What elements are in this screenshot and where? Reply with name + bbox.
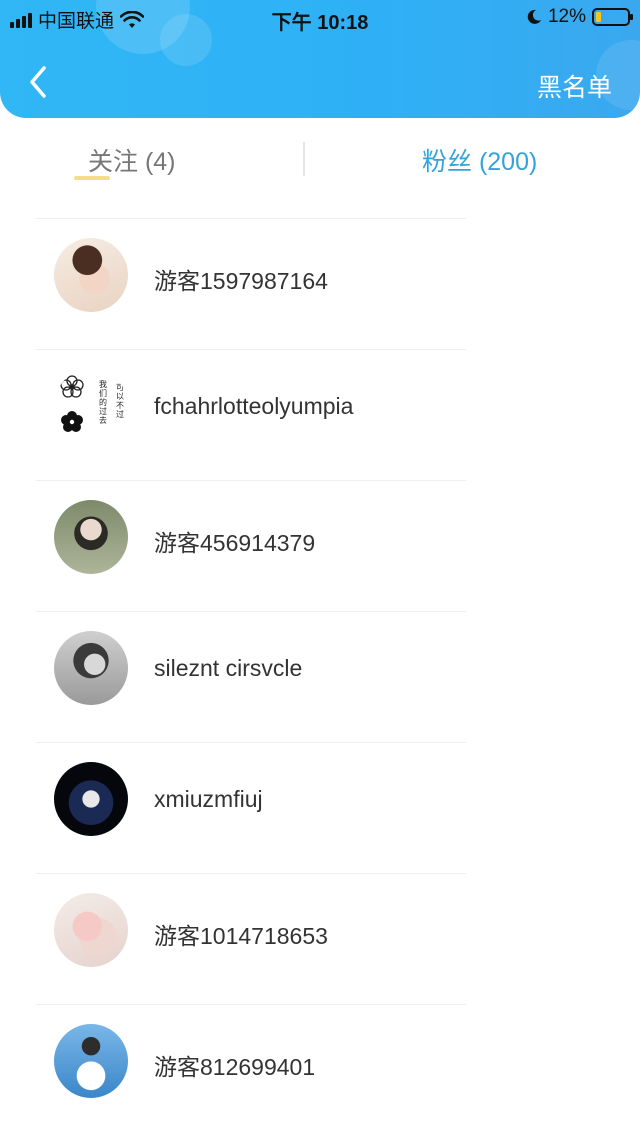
svg-text:过: 过 (116, 409, 124, 419)
divider (36, 742, 466, 743)
user-name: fchahrlotteolyumpia (154, 393, 354, 419)
list-item[interactable]: 游客456914379 (0, 480, 640, 611)
svg-text:不: 不 (116, 401, 124, 410)
tab-follow[interactable]: 关注 (4) (88, 142, 176, 178)
svg-text:以: 以 (116, 392, 124, 401)
svg-text:的: 的 (99, 397, 107, 407)
battery-percent: 12% (547, 6, 586, 27)
svg-text:可: 可 (116, 383, 124, 392)
list-item[interactable]: 游客812699401 (0, 1004, 640, 1135)
avatar (54, 238, 128, 312)
tab-indicator (74, 176, 110, 180)
list-item[interactable]: xmiuzmfiuj (0, 742, 640, 873)
back-chevron-icon[interactable] (22, 62, 54, 102)
app-header: 中国联通 下午 10:18 12% 黑名单 (0, 0, 640, 118)
divider (36, 218, 466, 219)
avatar (54, 631, 128, 705)
status-bar: 中国联通 下午 10:18 12% (0, 0, 640, 36)
svg-text:过: 过 (99, 406, 107, 416)
svg-text:们: 们 (99, 388, 107, 398)
tab-bar: 关注 (4) 粉丝 (200) (0, 118, 640, 198)
divider (36, 480, 466, 481)
avatar (54, 893, 128, 967)
battery-icon (592, 8, 633, 26)
blacklist-button[interactable]: 黑名单 (537, 68, 612, 104)
avatar (54, 1024, 128, 1098)
avatar: 不可以不过 我们的过去 (54, 369, 128, 443)
user-name: 游客1597987164 (154, 268, 328, 294)
user-name: 游客1014718653 (154, 923, 328, 949)
avatar (54, 500, 128, 574)
flower-avatar-icon: 不可以不过 我们的过去 (60, 374, 124, 432)
list-item[interactable]: sileznt cirsvcle (0, 611, 640, 742)
svg-text:我: 我 (99, 379, 107, 389)
tab-divider (303, 142, 305, 176)
svg-text:不: 不 (116, 374, 124, 383)
divider (36, 349, 466, 350)
tab-fans[interactable]: 粉丝 (200) (422, 142, 537, 178)
avatar (54, 762, 128, 836)
divider (36, 611, 466, 612)
fans-list: 游客1597987164 不可以不过 我们的过去 fchahrlotteolyu… (0, 218, 640, 1135)
moon-icon (527, 9, 541, 24)
user-name: 游客812699401 (154, 1054, 316, 1080)
divider (36, 873, 466, 874)
svg-text:去: 去 (99, 415, 107, 425)
list-item[interactable]: 不可以不过 我们的过去 fchahrlotteolyumpia (0, 349, 640, 480)
list-item[interactable]: 游客1597987164 (0, 218, 640, 349)
user-name: xmiuzmfiuj (154, 786, 263, 812)
divider (36, 1004, 466, 1005)
user-name: 游客456914379 (154, 530, 316, 556)
user-name: sileznt cirsvcle (154, 655, 303, 681)
list-item[interactable]: 游客1014718653 (0, 873, 640, 1004)
